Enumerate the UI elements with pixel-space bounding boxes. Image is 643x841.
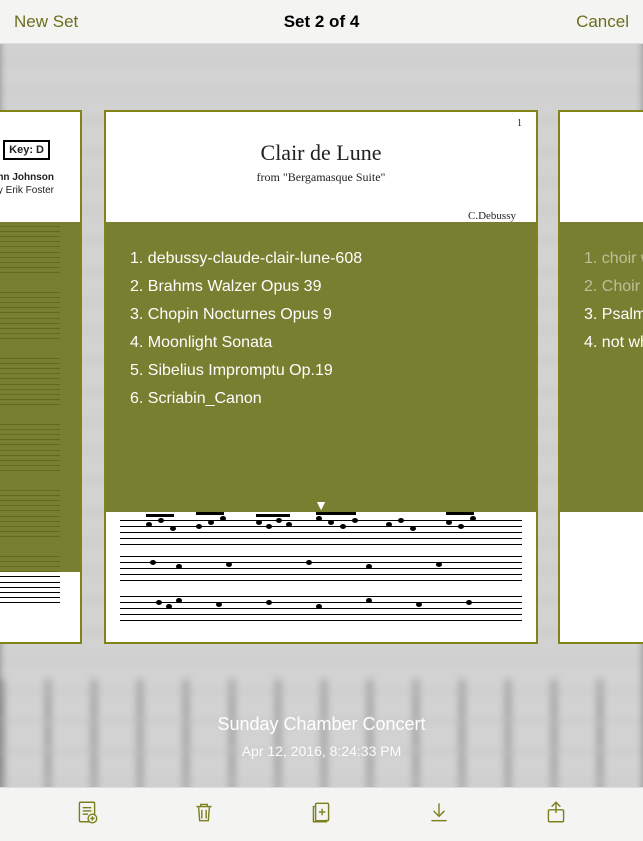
track-item[interactable]: 2. Choir [584, 278, 643, 296]
expand-triangle-icon[interactable]: ▼ [314, 497, 328, 513]
share-icon[interactable] [543, 799, 569, 830]
track-item[interactable]: 5. Sibelius Impromptu Op.19 [130, 362, 512, 380]
sheet-header: Key: D Jenn Johnson Arr. by Erik Foster [0, 112, 80, 222]
set-meta: Sunday Chamber Concert Apr 12, 2016, 8:2… [0, 714, 643, 759]
doc-add-icon[interactable] [74, 799, 100, 830]
piece-title: Clair de Lune [134, 140, 508, 166]
score-preview [106, 512, 536, 642]
set-card-next[interactable]: 1. choir w 2. Choir 3. Psalm 4. not wh [560, 112, 643, 642]
nav-title: Set 2 of 4 [0, 12, 643, 32]
track-item[interactable]: 1. debussy-claude-clair-lune-608 [130, 250, 512, 268]
track-item[interactable]: 3. Psalm [584, 306, 643, 324]
track-item[interactable]: 4. not wh [584, 334, 643, 352]
track-item[interactable]: 2. Brahms Walzer Opus 39 [130, 278, 512, 296]
track-item[interactable]: 1. choir w [584, 250, 643, 268]
navbar: New Set Set 2 of 4 Cancel [0, 0, 643, 44]
track-list-overlay: 1. choir w 2. Choir 3. Psalm 4. not wh [560, 222, 643, 512]
composer: C.Debussy [468, 210, 516, 222]
download-icon[interactable] [426, 799, 452, 830]
set-carousel[interactable]: Key: D Jenn Johnson Arr. by Erik Foster … [0, 44, 643, 787]
sheet-header: 1 Clair de Lune from "Bergamasque Suite"… [106, 112, 536, 222]
set-timestamp: Apr 12, 2016, 8:24:33 PM [0, 743, 643, 759]
arranger: Arr. by Erik Foster [0, 185, 54, 196]
author: Jenn Johnson [0, 172, 54, 183]
trash-icon[interactable] [191, 799, 217, 830]
key-badge: Key: D [3, 140, 50, 160]
set-card-prev[interactable]: Key: D Jenn Johnson Arr. by Erik Foster … [0, 112, 80, 642]
set-name: Sunday Chamber Concert [0, 714, 643, 735]
track-item[interactable]: 4. Moonlight Sonata [130, 334, 512, 352]
track-overlay [0, 222, 80, 572]
page-number: 1 [517, 118, 522, 129]
track-item[interactable]: 3. Chopin Nocturnes Opus 9 [130, 306, 512, 324]
sheet-header [560, 112, 643, 222]
set-card-current[interactable]: 1 Clair de Lune from "Bergamasque Suite"… [106, 112, 536, 642]
toolbar [0, 787, 643, 841]
piece-subtitle: from "Bergamasque Suite" [134, 170, 508, 185]
new-set-button[interactable]: New Set [14, 12, 78, 32]
track-list-overlay: 1. debussy-claude-clair-lune-608 2. Brah… [106, 222, 536, 512]
track-item[interactable]: 6. Scriabin_Canon [130, 390, 512, 408]
copy-add-icon[interactable] [308, 799, 334, 830]
cancel-button[interactable]: Cancel [576, 12, 629, 32]
